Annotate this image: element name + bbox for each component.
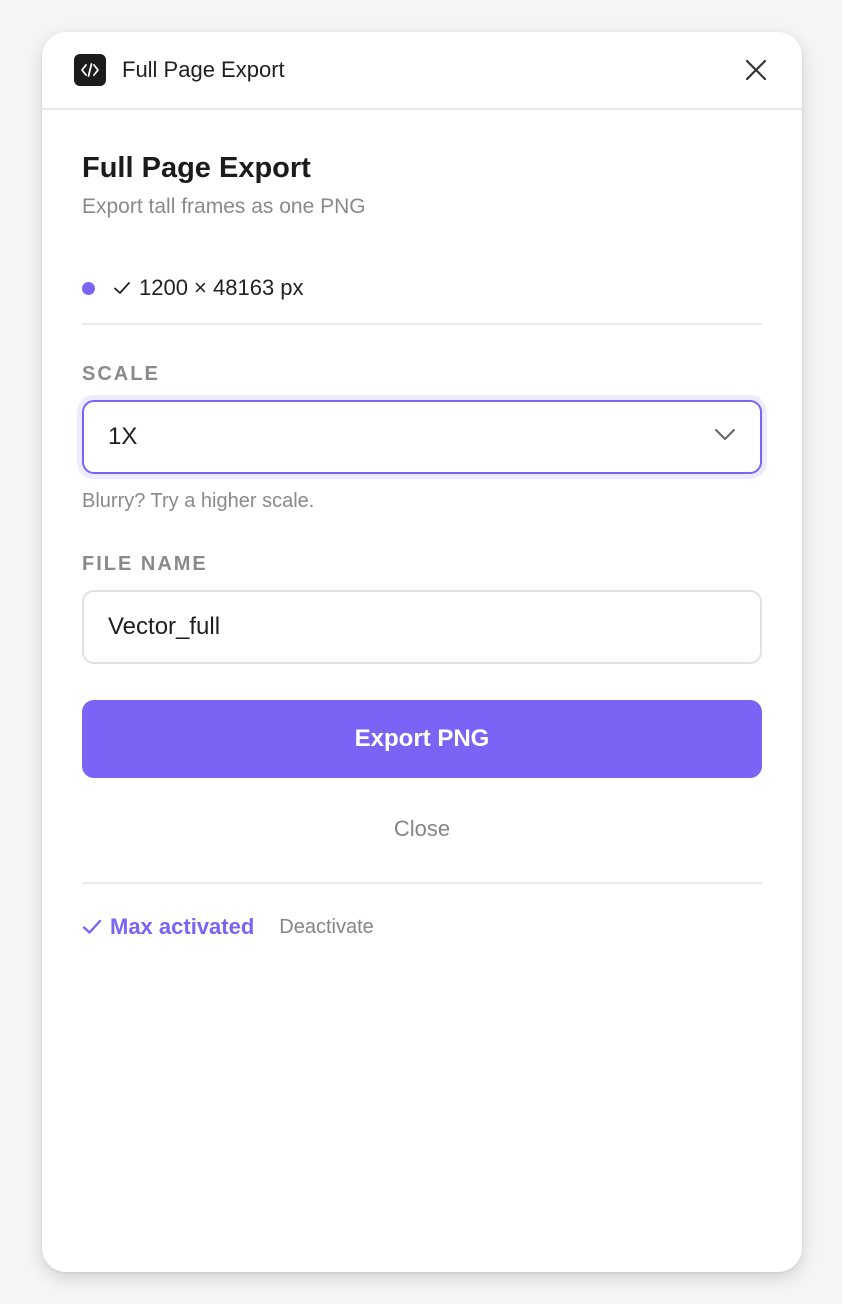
close-button[interactable]: Close bbox=[82, 814, 762, 844]
license-status: Max activated bbox=[110, 914, 255, 939]
close-icon[interactable] bbox=[742, 56, 770, 84]
page-title: Full Page Export bbox=[82, 152, 311, 184]
file-name-label: FILE NAME bbox=[82, 553, 208, 575]
frame-status: 1200 × 48163 px bbox=[82, 273, 762, 303]
main-content: Full Page Export Export tall frames as o… bbox=[42, 152, 802, 942]
titlebar: Full Page Export bbox=[42, 32, 802, 110]
divider bbox=[82, 882, 762, 884]
export-png-button[interactable]: Export PNG bbox=[82, 700, 762, 778]
scale-selected-value: 1X bbox=[108, 423, 138, 450]
chevron-down-icon bbox=[714, 428, 736, 447]
divider bbox=[82, 323, 762, 325]
frame-dimensions: 1200 × 48163 px bbox=[139, 275, 304, 300]
checkmark-icon bbox=[113, 279, 131, 297]
status-dot bbox=[82, 281, 95, 295]
scale-select[interactable]: 1X bbox=[82, 400, 762, 474]
deactivate-link[interactable]: Deactivate bbox=[279, 916, 374, 939]
scale-hint: Blurry? Try a higher scale. bbox=[82, 490, 315, 512]
window-title: Full Page Export bbox=[122, 57, 285, 82]
scale-label: SCALE bbox=[82, 363, 160, 385]
plugin-window: Full Page Export Full Page Export Export… bbox=[42, 32, 802, 1272]
page-subtitle: Export tall frames as one PNG bbox=[82, 195, 366, 218]
checkmark-icon bbox=[82, 918, 102, 936]
code-icon bbox=[74, 54, 106, 86]
license-row: Max activated Deactivate bbox=[82, 912, 762, 942]
file-name-input[interactable]: Vector_full bbox=[82, 590, 762, 664]
